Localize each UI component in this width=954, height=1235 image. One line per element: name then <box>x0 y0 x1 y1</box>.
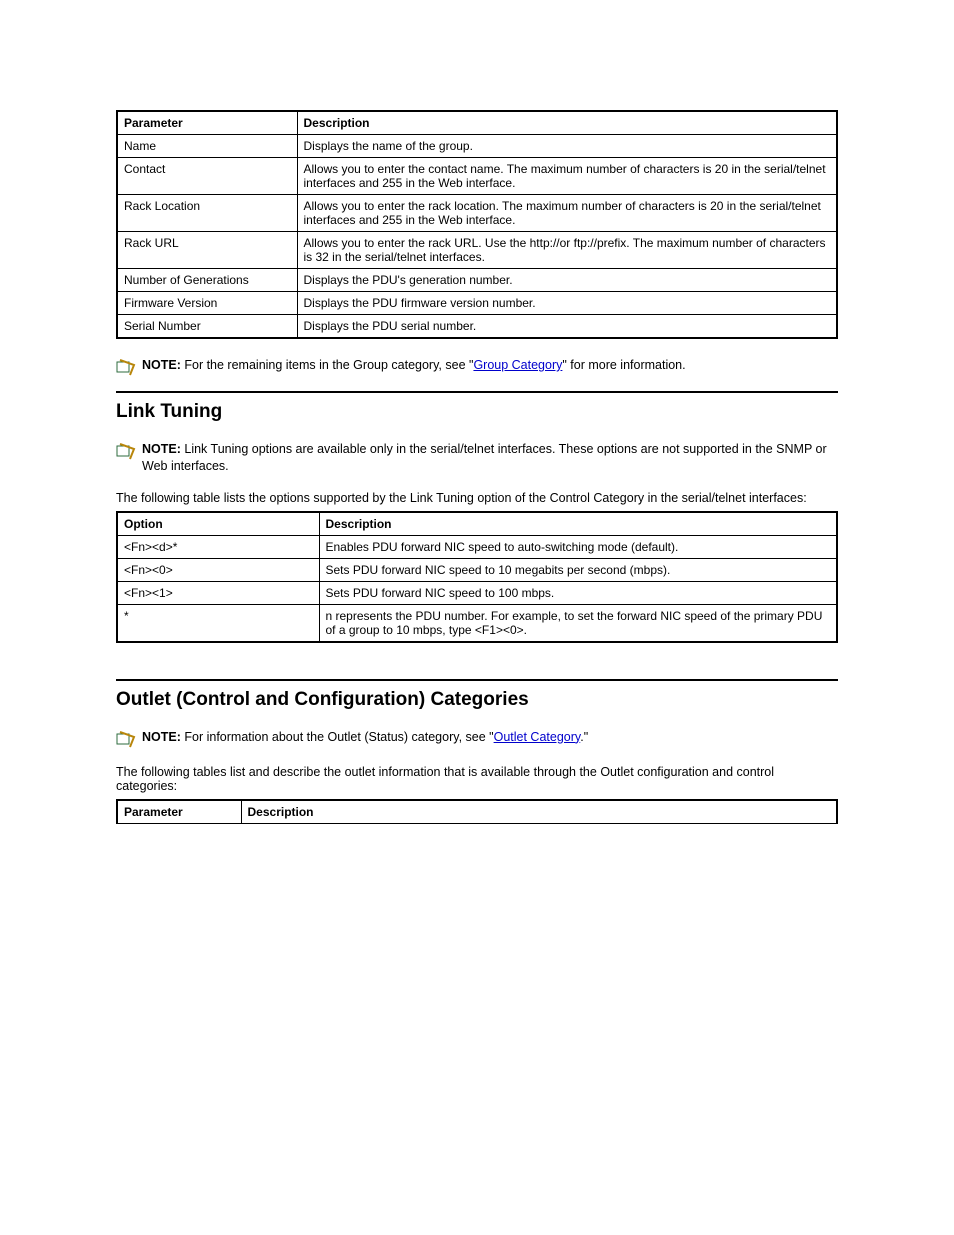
table-row: Firmware VersionDisplays the PDU firmwar… <box>117 292 837 315</box>
table-row: ContactAllows you to enter the contact n… <box>117 158 837 195</box>
table-row: Serial NumberDisplays the PDU serial num… <box>117 315 837 339</box>
note-1: NOTE: For the remaining items in the Gro… <box>116 357 838 377</box>
table-row: <Fn><1>Sets PDU forward NIC speed to 100… <box>117 581 837 604</box>
t3-header-1: Description <box>241 800 837 824</box>
note-2: NOTE: Link Tuning options are available … <box>116 441 838 475</box>
table-row: Rack LocationAllows you to enter the rac… <box>117 195 837 232</box>
table-row: Number of GenerationsDisplays the PDU's … <box>117 269 837 292</box>
outlet-table: Parameter Description <box>116 799 838 824</box>
t1-header-1: Description <box>297 111 837 135</box>
note-label: NOTE: <box>142 358 181 372</box>
parameter-table-1: Parameter Description NameDisplays the n… <box>116 110 838 339</box>
note-label: NOTE: <box>142 442 181 456</box>
table-row: Rack URLAllows you to enter the rack URL… <box>117 232 837 269</box>
note-3: NOTE: For information about the Outlet (… <box>116 729 838 749</box>
section-title-link-tuning: Link Tuning <box>116 401 838 423</box>
group-category-link[interactable]: Group Category <box>473 358 562 372</box>
outlet-category-link[interactable]: Outlet Category <box>494 730 581 744</box>
table-row: NameDisplays the name of the group. <box>117 135 837 158</box>
t2-header-0: Option <box>117 512 319 536</box>
divider <box>116 391 838 393</box>
intro-text-3: The following tables list and describe t… <box>116 765 838 793</box>
link-tuning-table: Option Description <Fn><d>*Enables PDU f… <box>116 511 838 643</box>
divider <box>116 679 838 681</box>
t3-header-0: Parameter <box>117 800 241 824</box>
table-row: <Fn><0>Sets PDU forward NIC speed to 10 … <box>117 558 837 581</box>
note-icon <box>116 443 142 461</box>
section-title-outlet: Outlet (Control and Configuration) Categ… <box>116 689 838 711</box>
note-label: NOTE: <box>142 730 181 744</box>
intro-text-2: The following table lists the options su… <box>116 491 838 505</box>
table-row: <Fn><d>*Enables PDU forward NIC speed to… <box>117 535 837 558</box>
note-icon <box>116 359 142 377</box>
table-row: *n represents the PDU number. For exampl… <box>117 604 837 642</box>
t1-header-0: Parameter <box>117 111 297 135</box>
t2-header-1: Description <box>319 512 837 536</box>
note-icon <box>116 731 142 749</box>
